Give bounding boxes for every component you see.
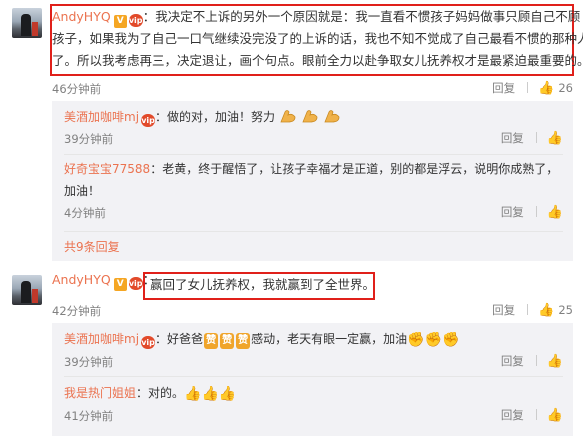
- strong-arm-icon: [280, 110, 296, 123]
- reply-button[interactable]: 回复: [501, 205, 524, 219]
- thumbs-up-icon[interactable]: 👍: [547, 205, 563, 220]
- reply-text: 感动，老天有眼一定赢，加油: [251, 332, 408, 346]
- reply-button[interactable]: 回复: [492, 81, 515, 95]
- like-count: 26: [558, 81, 573, 95]
- timestamp: 39分钟前: [64, 132, 114, 146]
- zan-icon: 赞: [204, 333, 219, 349]
- reply-meta: 4分钟前 回复 👍: [64, 202, 563, 222]
- vip-badge[interactable]: vip: [128, 14, 143, 27]
- avatar[interactable]: [12, 8, 42, 38]
- zan-icon: 赞: [236, 333, 251, 349]
- username-link[interactable]: 我是热门姐姐: [64, 386, 136, 400]
- reply-text: 好爸爸: [167, 332, 204, 346]
- timestamp: 42分钟前: [52, 304, 102, 318]
- vip-badge[interactable]: vip: [141, 336, 156, 349]
- like-count: 25: [558, 303, 573, 317]
- username-link[interactable]: 美酒加咖啡mj: [64, 110, 139, 124]
- reply-text: 加油！: [64, 184, 101, 198]
- reply-button[interactable]: 回复: [501, 354, 524, 368]
- verified-badge[interactable]: V: [113, 278, 127, 291]
- comment-text: 赢回了女儿抚养权，我就赢到了全世界。: [150, 277, 376, 292]
- thumbs-up-emoji-icon: 👍: [201, 386, 219, 402]
- reply-text: 对的。: [148, 386, 185, 400]
- reply-button[interactable]: 回复: [501, 131, 524, 145]
- reply-meta: 39分钟前 回复 👍: [64, 351, 563, 371]
- reply-meta: 41分钟前 回复 👍: [64, 405, 563, 425]
- thumbs-up-icon[interactable]: 👍: [538, 81, 554, 96]
- divider: [64, 154, 563, 155]
- reply-list: 美酒加咖啡mj vip：做的对，加油！努力 39分钟前 回复 👍 好奇宝宝77588…: [52, 101, 573, 261]
- thumbs-up-emoji-icon: 👍: [184, 386, 202, 402]
- thumbs-up-emoji-icon: 👍: [218, 386, 237, 402]
- username-link[interactable]: 美酒加咖啡mj: [64, 332, 139, 346]
- timestamp: 41分钟前: [64, 409, 114, 423]
- timestamp: 4分钟前: [64, 206, 106, 220]
- vip-badge[interactable]: vip: [141, 114, 156, 127]
- strong-arm-icon: [323, 110, 339, 123]
- more-replies-link[interactable]: 共9条回复: [64, 238, 120, 255]
- reply-button[interactable]: 回复: [501, 408, 524, 422]
- thumbs-up-icon[interactable]: 👍: [538, 303, 554, 318]
- fist-icon: ✊: [407, 332, 425, 348]
- timestamp: 46分钟前: [52, 82, 102, 96]
- timestamp: 39分钟前: [64, 355, 114, 369]
- list-item: 好奇宝宝77588：老黄，终于醒悟了，让孩子幸福才是正道，别的都是浮云，说明你成…: [64, 162, 563, 222]
- list-item: 美酒加咖啡mj vip：好爸爸赞赞赞感动，老天有眼一定赢，加油✊✊✊ 39分钟前 …: [52, 328, 563, 371]
- reply-text: 做的对，加油！努力: [167, 110, 276, 124]
- verified-badge[interactable]: V: [113, 15, 127, 28]
- username-link[interactable]: 好奇宝宝77588: [64, 162, 150, 176]
- reply-meta: 39分钟前 回复 👍: [64, 128, 563, 148]
- thumbs-up-icon[interactable]: 👍: [547, 131, 563, 146]
- zan-icon: 赞: [220, 333, 235, 349]
- vip-badge[interactable]: vip: [128, 277, 143, 290]
- comment-text: 了。所以我考虑再三，决定退让，画个句点。眼前全力以赴争取女儿抚养权才是最紧迫最重…: [52, 53, 583, 68]
- comment-text: 孩子，如果我为了自己一口气继续没完没了的上诉的话，我也不知不觉成了自己最看不惯的…: [52, 31, 583, 46]
- reply-button[interactable]: 回复: [492, 303, 515, 317]
- comment-meta: 46分钟前 回复 👍 26: [52, 78, 573, 98]
- username-link[interactable]: AndyHYQ: [52, 9, 111, 24]
- comment-meta: 42分钟前 回复 👍 25: [52, 300, 573, 320]
- avatar[interactable]: [12, 275, 42, 305]
- thumbs-up-icon[interactable]: 👍: [547, 408, 563, 423]
- username-link[interactable]: AndyHYQ: [52, 272, 111, 287]
- strong-arm-icon: [302, 110, 318, 123]
- fist-icon: ✊: [424, 332, 442, 348]
- comment-text: 我决定不上诉的另外一个原因就是：我一直看不惯孩子妈妈做事只顾自己不顾: [155, 9, 581, 24]
- list-item: 美酒加咖啡mj vip：做的对，加油！努力 39分钟前 回复 👍: [64, 110, 563, 148]
- list-item: 我是热门姐姐：对的。👍👍👍 41分钟前 回复 👍: [52, 382, 563, 425]
- divider: [64, 231, 563, 232]
- reply-list: 美酒加咖啡mj vip：好爸爸赞赞赞感动，老天有眼一定赢，加油✊✊✊ 39分钟前 …: [52, 323, 573, 436]
- thumbs-up-icon[interactable]: 👍: [547, 354, 563, 369]
- divider: [64, 376, 563, 377]
- fist-icon: ✊: [441, 332, 460, 348]
- comment-body: AndyHYQ Vvip：我决定不上诉的另外一个原因就是：我一直看不惯孩子妈妈做事…: [52, 6, 583, 72]
- reply-text: 老黄，终于醒悟了，让孩子幸福才是正道，别的都是浮云，说明你成熟了，: [162, 162, 559, 176]
